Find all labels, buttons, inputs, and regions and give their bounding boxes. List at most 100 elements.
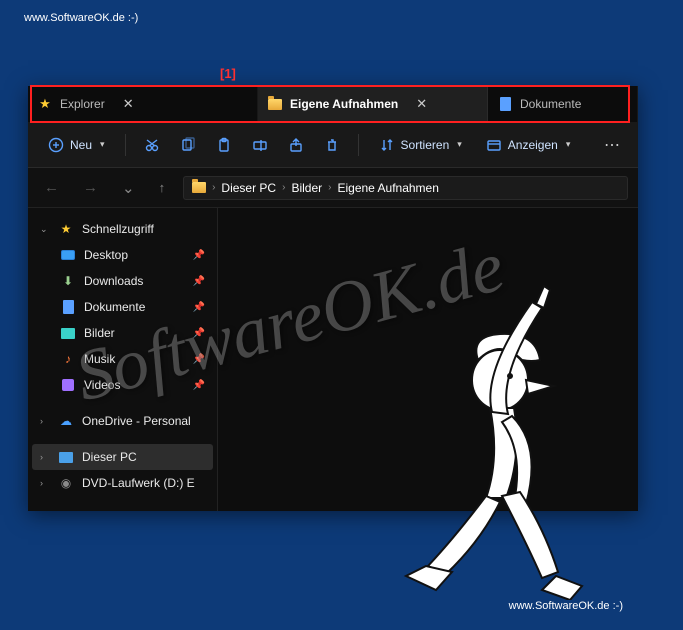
file-pane[interactable] xyxy=(218,208,638,511)
view-button[interactable]: Anzeigen ▾ xyxy=(476,131,581,159)
divider xyxy=(358,134,359,156)
chevron-down-icon: ▾ xyxy=(566,139,571,150)
sidebar-item-music[interactable]: ♪ Musik 📌 xyxy=(32,346,213,372)
sidebar-label: Videos xyxy=(84,378,120,392)
trash-icon xyxy=(324,137,340,153)
star-icon: ★ xyxy=(38,97,52,111)
document-icon xyxy=(60,299,76,315)
divider xyxy=(125,134,126,156)
sidebar-this-pc[interactable]: › Dieser PC xyxy=(32,444,213,470)
recent-button[interactable]: ⌄ xyxy=(116,175,141,201)
pictures-icon xyxy=(60,325,76,341)
pin-icon: 📌 xyxy=(193,276,205,287)
video-icon xyxy=(60,377,76,393)
sidebar-label: Schnellzugriff xyxy=(82,222,154,236)
explorer-window: ★ Explorer ✕ Eigene Aufnahmen ✕ Dokument… xyxy=(28,86,638,511)
breadcrumb[interactable]: › Dieser PC › Bilder › Eigene Aufnahmen xyxy=(183,176,628,200)
breadcrumb-segment[interactable]: Dieser PC xyxy=(221,181,276,195)
annotation-label: [1] xyxy=(220,66,236,81)
chevron-right-icon: › xyxy=(328,182,331,193)
scissors-icon xyxy=(144,137,160,153)
chevron-right-icon: › xyxy=(40,452,50,462)
forward-button[interactable]: → xyxy=(77,175,104,200)
clipboard-icon xyxy=(216,137,232,153)
share-icon xyxy=(288,137,304,153)
tab-bar: ★ Explorer ✕ Eigene Aufnahmen ✕ Dokument… xyxy=(28,86,638,122)
sidebar-label: Bilder xyxy=(84,326,115,340)
cloud-icon: ☁ xyxy=(58,413,74,429)
sidebar-label: Musik xyxy=(84,352,115,366)
sidebar-item-documents[interactable]: Dokumente 📌 xyxy=(32,294,213,320)
paste-button[interactable] xyxy=(208,131,240,159)
document-icon xyxy=(498,97,512,111)
sidebar-label: Dieser PC xyxy=(82,450,137,464)
new-label: Neu xyxy=(70,138,92,152)
sidebar-label: DVD-Laufwerk (D:) E xyxy=(82,476,195,490)
desktop-icon xyxy=(60,247,76,263)
star-icon: ★ xyxy=(58,221,74,237)
chevron-down-icon: ▾ xyxy=(100,139,105,150)
tab-dokumente[interactable]: Dokumente xyxy=(488,86,638,122)
disc-icon: ◉ xyxy=(58,475,74,491)
chevron-down-icon: ▾ xyxy=(457,139,462,150)
back-button[interactable]: ← xyxy=(38,175,65,200)
more-button[interactable]: ⋯ xyxy=(596,131,628,159)
delete-button[interactable] xyxy=(316,131,348,159)
folder-icon xyxy=(192,181,206,195)
sort-button[interactable]: Sortieren ▾ xyxy=(369,131,472,159)
up-button[interactable]: ↑ xyxy=(153,176,172,199)
nav-bar: ← → ⌄ ↑ › Dieser PC › Bilder › Eigene Au… xyxy=(28,168,638,208)
chevron-right-icon: › xyxy=(40,478,50,488)
sidebar-item-desktop[interactable]: Desktop 📌 xyxy=(32,242,213,268)
tab-explorer[interactable]: ★ Explorer ✕ xyxy=(28,86,258,122)
sidebar-dvd[interactable]: › ◉ DVD-Laufwerk (D:) E xyxy=(32,470,213,496)
sidebar-label: Desktop xyxy=(84,248,128,262)
watermark-top: www.SoftwareOK.de :-) xyxy=(24,12,138,24)
content-area: ⌄ ★ Schnellzugriff Desktop 📌 ⬇ Downloads… xyxy=(28,208,638,511)
tab-label: Eigene Aufnahmen xyxy=(290,97,398,111)
sidebar-label: Downloads xyxy=(84,274,143,288)
view-icon xyxy=(486,137,502,153)
plus-icon xyxy=(48,137,64,153)
chevron-down-icon: ⌄ xyxy=(40,224,50,235)
view-label: Anzeigen xyxy=(508,138,558,152)
sidebar: ⌄ ★ Schnellzugriff Desktop 📌 ⬇ Downloads… xyxy=(28,208,218,511)
chevron-right-icon: › xyxy=(282,182,285,193)
cut-button[interactable] xyxy=(136,131,168,159)
pc-icon xyxy=(58,449,74,465)
pin-icon: 📌 xyxy=(193,302,205,313)
tab-label: Dokumente xyxy=(520,97,581,111)
toolbar: Neu ▾ Sortieren ▾ Anzeigen xyxy=(28,122,638,168)
tab-label: Explorer xyxy=(60,97,105,111)
breadcrumb-segment[interactable]: Eigene Aufnahmen xyxy=(337,181,438,195)
new-button[interactable]: Neu ▾ xyxy=(38,131,115,159)
pin-icon: 📌 xyxy=(193,328,205,339)
copy-button[interactable] xyxy=(172,131,204,159)
chevron-right-icon: › xyxy=(40,416,50,426)
pin-icon: 📌 xyxy=(193,354,205,365)
pin-icon: 📌 xyxy=(193,380,205,391)
watermark-bottom: www.SoftwareOK.de :-) xyxy=(509,600,623,612)
sidebar-label: OneDrive - Personal xyxy=(82,414,191,428)
sidebar-label: Dokumente xyxy=(84,300,145,314)
sort-label: Sortieren xyxy=(401,138,450,152)
sort-icon xyxy=(379,137,395,153)
sidebar-item-videos[interactable]: Videos 📌 xyxy=(32,372,213,398)
chevron-right-icon: › xyxy=(212,182,215,193)
sidebar-item-downloads[interactable]: ⬇ Downloads 📌 xyxy=(32,268,213,294)
copy-icon xyxy=(180,137,196,153)
tab-aufnahmen[interactable]: Eigene Aufnahmen ✕ xyxy=(258,86,488,122)
breadcrumb-segment[interactable]: Bilder xyxy=(291,181,322,195)
close-icon[interactable]: ✕ xyxy=(416,96,427,112)
share-button[interactable] xyxy=(280,131,312,159)
folder-icon xyxy=(268,97,282,111)
rename-button[interactable] xyxy=(244,131,276,159)
pin-icon: 📌 xyxy=(193,250,205,261)
sidebar-item-pictures[interactable]: Bilder 📌 xyxy=(32,320,213,346)
sidebar-onedrive[interactable]: › ☁ OneDrive - Personal xyxy=(32,408,213,434)
download-icon: ⬇ xyxy=(60,273,76,289)
music-icon: ♪ xyxy=(60,351,76,367)
sidebar-quick-access[interactable]: ⌄ ★ Schnellzugriff xyxy=(32,216,213,242)
rename-icon xyxy=(252,137,268,153)
close-icon[interactable]: ✕ xyxy=(123,96,134,112)
